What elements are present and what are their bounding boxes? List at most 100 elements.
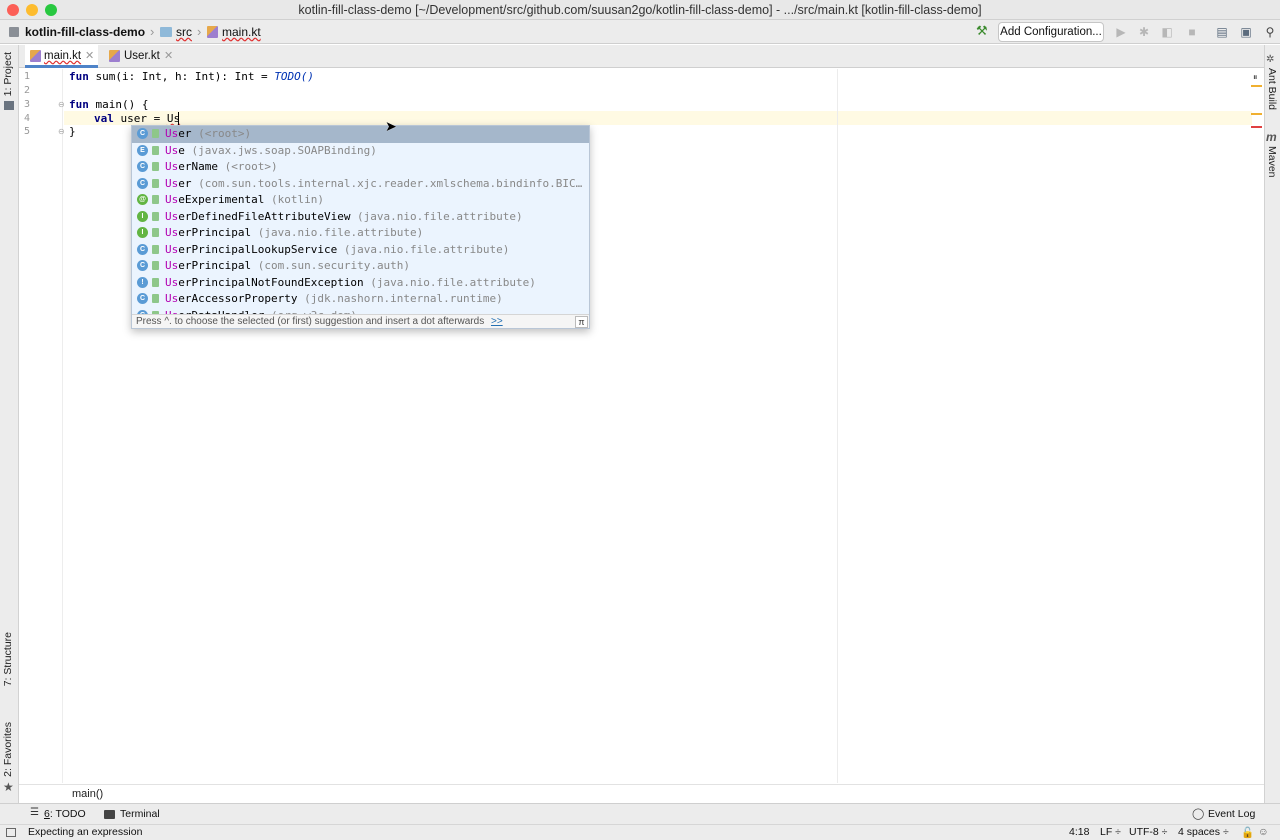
match-text: Us bbox=[165, 160, 179, 173]
tool-tab-ant-build[interactable]: Ant Build bbox=[1266, 68, 1278, 110]
match-text: Us bbox=[165, 209, 179, 223]
fold-icon[interactable]: ⊖ bbox=[58, 127, 65, 136]
match-text: Us bbox=[165, 242, 179, 256]
build-hammer-icon[interactable]: ⚒ bbox=[976, 24, 990, 38]
package-text: (<root>) bbox=[218, 160, 278, 173]
completion-item[interactable]: E Use (javax.jws.soap.SOAPBinding) bbox=[132, 143, 589, 160]
symbol-kind-icon: @ bbox=[137, 194, 148, 205]
symbol-kind-icon: C bbox=[137, 128, 148, 139]
search-icon[interactable]: ⚲ bbox=[1263, 25, 1277, 39]
nav-folder[interactable]: src bbox=[176, 25, 192, 39]
completion-item-label: Use (javax.jws.soap.SOAPBinding) bbox=[165, 143, 377, 159]
completion-item[interactable]: I UserDefinedFileAttributeView (java.nio.… bbox=[132, 209, 589, 226]
symbol-kind-icon: C bbox=[137, 243, 148, 255]
completion-item-label: UserAccessorProperty (jdk.nashorn.intern… bbox=[165, 291, 503, 307]
title-bar: kotlin-fill-class-demo [~/Development/sr… bbox=[0, 0, 1280, 20]
tool-tab-project[interactable]: 1: Project bbox=[2, 52, 14, 96]
name-rest: erDefinedFileAttributeView bbox=[178, 209, 351, 223]
fold-icon[interactable]: ⊖ bbox=[58, 100, 65, 109]
line-gutter bbox=[19, 69, 63, 783]
code-text: main() { bbox=[88, 98, 149, 111]
project-structure-icon[interactable]: ▤ bbox=[1215, 25, 1229, 39]
code-line-5: } bbox=[69, 125, 76, 138]
nav-file[interactable]: main.kt bbox=[222, 25, 261, 39]
error-marker[interactable] bbox=[1251, 126, 1262, 128]
folder-icon bbox=[160, 27, 172, 37]
match-text: Us bbox=[165, 193, 179, 206]
completion-hint: Press ^. to choose the selected (or firs… bbox=[132, 314, 589, 328]
tab-main-kt[interactable]: main.kt ✕ bbox=[25, 45, 98, 68]
current-line-highlight bbox=[64, 111, 1252, 125]
completion-item[interactable]: I UserPrincipal (java.nio.file.attribute) bbox=[132, 225, 589, 242]
completion-popup: C User (<root>) E Use (javax.jws.soap.SOAPB… bbox=[131, 125, 590, 329]
completion-item-label: UseExperimental (kotlin) bbox=[165, 192, 324, 208]
kotlin-file-icon bbox=[30, 50, 41, 62]
completion-item[interactable]: C User (com.sun.tools.internal.xjc.reader… bbox=[132, 176, 589, 193]
name-rest: erName bbox=[178, 160, 218, 173]
keyword: fun bbox=[69, 98, 89, 111]
layout-toggle-icon[interactable] bbox=[6, 828, 16, 837]
close-icon[interactable]: ✕ bbox=[164, 45, 173, 67]
terminal-tool-button[interactable]: Terminal bbox=[120, 808, 160, 820]
symbol-kind-icon: E bbox=[137, 144, 148, 156]
package-text: (javax.jws.soap.SOAPBinding) bbox=[184, 143, 377, 157]
completion-item[interactable]: C UserPrincipalLookupService (java.nio.fi… bbox=[132, 242, 589, 259]
inspector-icon[interactable]: ☺ bbox=[1258, 826, 1269, 838]
coverage-icon[interactable]: ◧ bbox=[1160, 25, 1174, 39]
warning-marker[interactable] bbox=[1251, 85, 1262, 87]
code-text: sum(i: Int, h: Int): Int = bbox=[88, 70, 275, 83]
terminal-icon bbox=[104, 810, 115, 819]
visibility-icon bbox=[152, 228, 159, 237]
package-text: (java.nio.file.attribute) bbox=[337, 242, 510, 256]
symbol-kind-icon: C bbox=[137, 177, 148, 189]
tool-tab-maven[interactable]: Maven bbox=[1266, 146, 1278, 178]
symbol-kind-icon: ! bbox=[137, 276, 148, 288]
layout-icon[interactable]: ▣ bbox=[1239, 25, 1253, 39]
tool-tab-structure[interactable]: 7: Structure bbox=[2, 632, 14, 686]
name-rest: er bbox=[178, 127, 192, 140]
package-text: (<root>) bbox=[191, 127, 252, 140]
match-text: Us bbox=[165, 127, 179, 140]
close-icon[interactable]: ✕ bbox=[85, 45, 94, 67]
caret-position[interactable]: 4:18 bbox=[1069, 826, 1089, 838]
match-text: Us bbox=[165, 275, 179, 289]
visibility-icon bbox=[152, 277, 159, 287]
file-encoding[interactable]: UTF-8 ÷ bbox=[1129, 826, 1167, 838]
nav-project[interactable]: kotlin-fill-class-demo bbox=[25, 25, 145, 39]
line-number: 3 bbox=[24, 99, 31, 110]
visibility-icon bbox=[152, 162, 159, 171]
package-text: (java.nio.file.attribute) bbox=[350, 209, 523, 223]
completion-item[interactable]: C UserName (<root>) bbox=[132, 159, 589, 176]
todo-tool-button[interactable]: 6: TODO bbox=[44, 808, 86, 820]
hint-text: Press ^. to choose the selected (or firs… bbox=[136, 316, 485, 327]
event-log-button[interactable]: Event Log bbox=[1208, 808, 1255, 820]
tool-tab-favorites[interactable]: 2: Favorites bbox=[2, 722, 14, 777]
completion-item[interactable]: C UserPrincipal (com.sun.security.auth) bbox=[132, 258, 589, 275]
debug-icon[interactable]: ✱ bbox=[1137, 25, 1151, 39]
line-separator[interactable]: LF ÷ bbox=[1100, 826, 1121, 838]
visibility-icon bbox=[152, 145, 159, 155]
stop-icon[interactable]: ■ bbox=[1185, 25, 1199, 39]
pi-button[interactable]: π bbox=[575, 316, 588, 328]
editor-breadcrumb-bar: main() bbox=[19, 784, 1264, 803]
left-tool-strip bbox=[0, 45, 19, 803]
tab-user-kt[interactable]: User.kt ✕ bbox=[104, 45, 179, 68]
completion-item-label: UserPrincipal (com.sun.security.auth) bbox=[165, 258, 410, 274]
completion-item[interactable]: @ UseExperimental (kotlin) bbox=[132, 192, 589, 209]
warning-marker[interactable] bbox=[1251, 113, 1262, 115]
editor-breadcrumb[interactable]: main() bbox=[72, 788, 103, 800]
event-log-icon: ◯ bbox=[1192, 808, 1205, 820]
chevron-right-icon: › bbox=[197, 24, 202, 39]
indent-setting[interactable]: 4 spaces ÷ bbox=[1178, 826, 1229, 838]
lock-icon[interactable]: 🔓 bbox=[1241, 826, 1254, 839]
name-rest: erAccessorProperty bbox=[178, 292, 298, 305]
completion-item[interactable]: ! UserPrincipalNotFoundException (java.ni… bbox=[132, 275, 589, 292]
text-caret bbox=[178, 112, 179, 125]
completion-item[interactable]: C UserAccessorProperty (jdk.nashorn.inter… bbox=[132, 291, 589, 308]
add-configuration-button[interactable]: Add Configuration... bbox=[998, 22, 1104, 42]
run-icon[interactable]: ▶ bbox=[1114, 25, 1128, 39]
code-line-1: fun sum(i: Int, h: Int): Int = TODO() bbox=[69, 70, 314, 83]
hint-more-link[interactable]: >> bbox=[491, 316, 503, 327]
completion-item[interactable]: C User (<root>) bbox=[132, 126, 589, 143]
pause-icon: ⏸ bbox=[1253, 72, 1258, 82]
